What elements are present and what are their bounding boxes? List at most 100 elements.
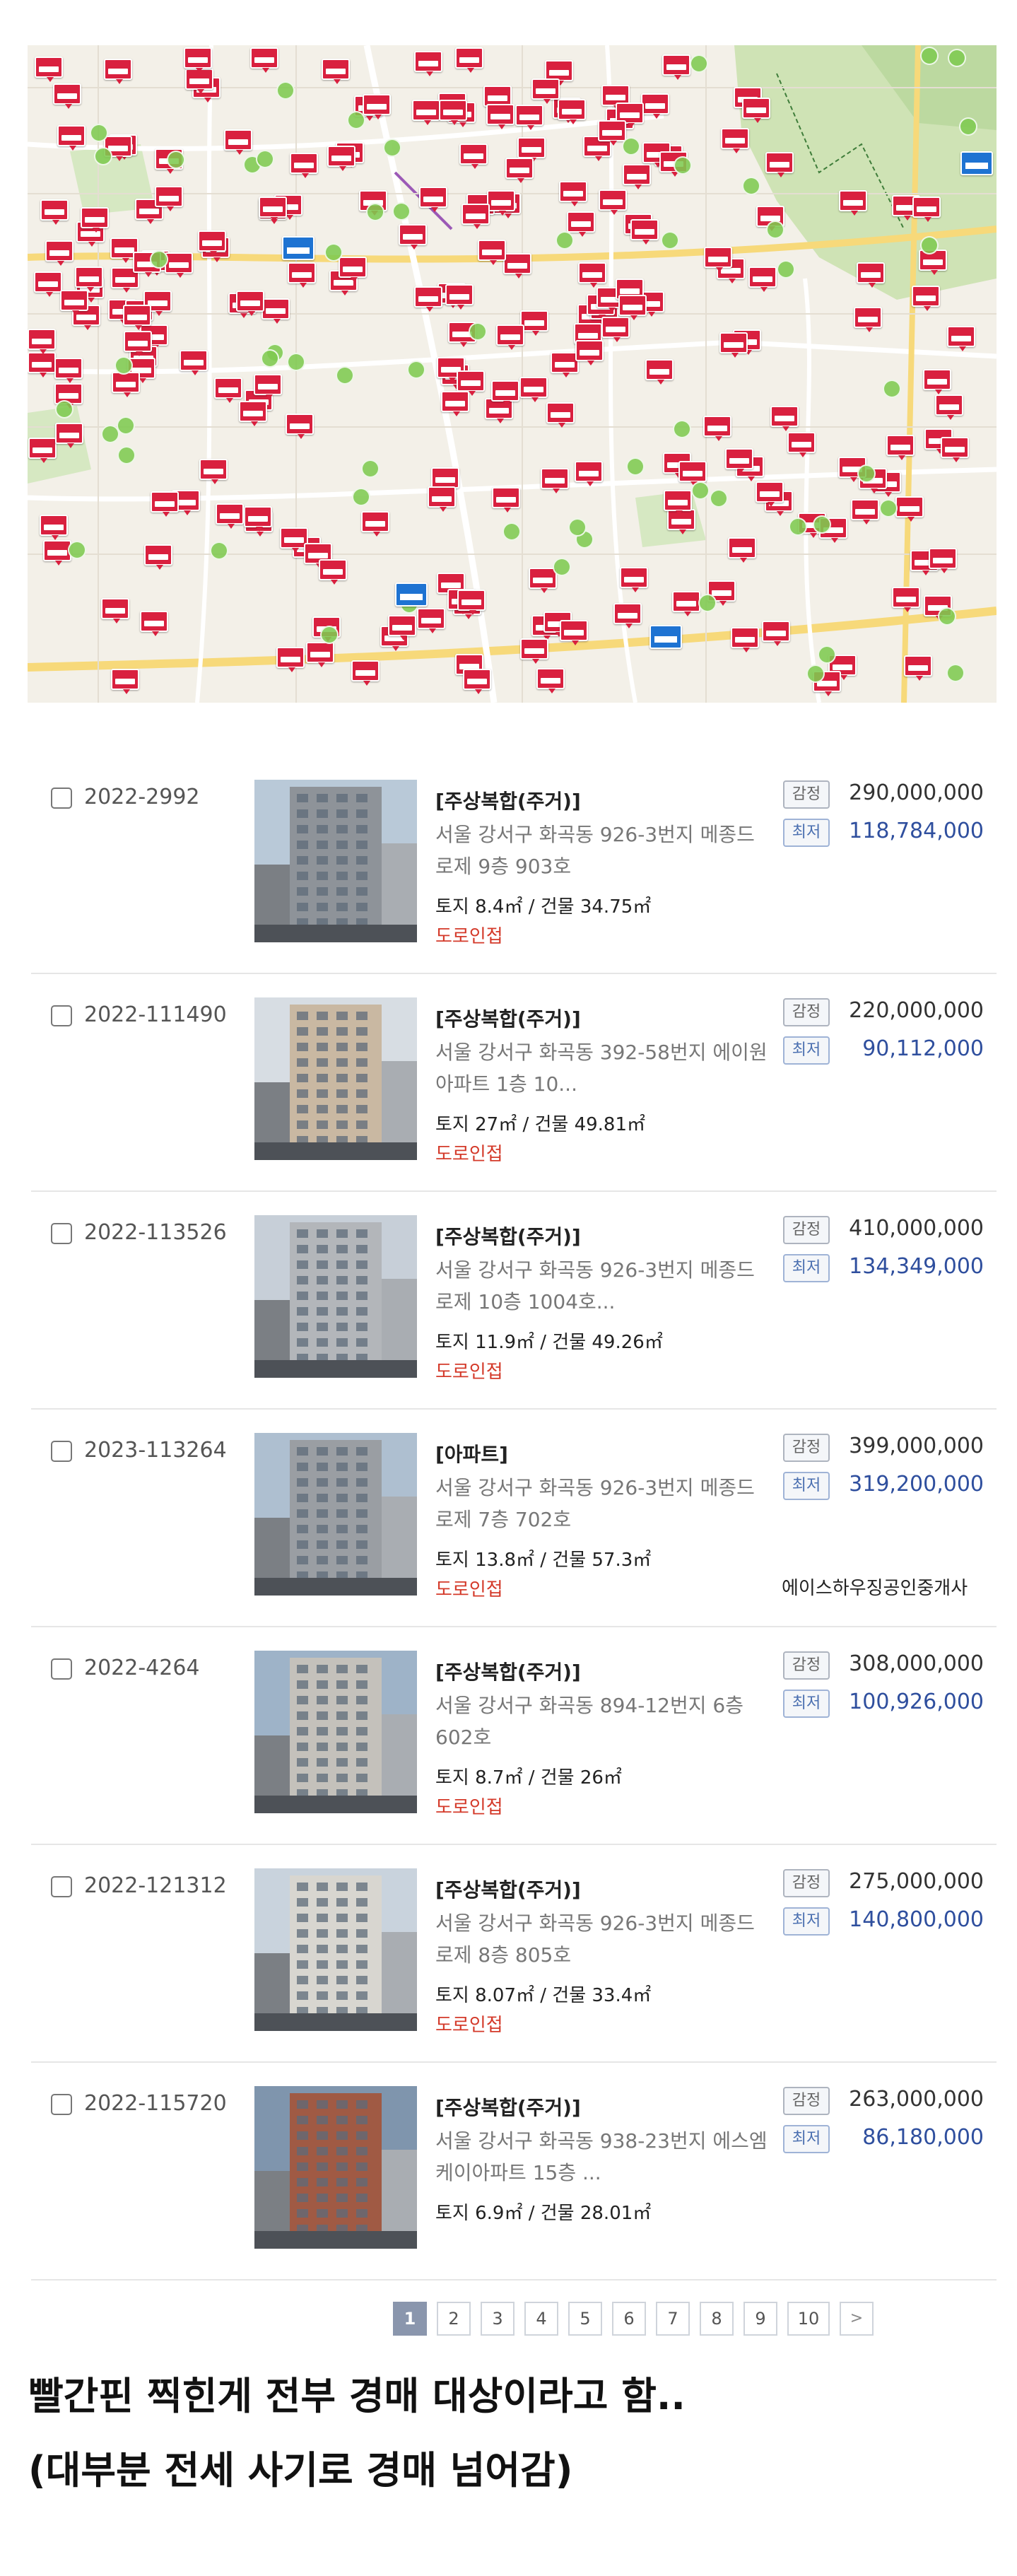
cluster-marker-icon[interactable]	[93, 146, 112, 165]
auction-pin-icon[interactable]	[28, 351, 57, 377]
auction-pin-icon[interactable]	[515, 104, 544, 130]
case-number[interactable]: 2022-115720	[84, 2091, 227, 2116]
auction-pin-icon[interactable]	[124, 330, 153, 356]
auction-pin-icon[interactable]	[495, 324, 524, 351]
auction-pin-icon[interactable]	[599, 189, 628, 215]
listing-row[interactable]: 2022-2992 [주상복합(주거)] 서울 강서구 화곡동 926-3번지 …	[31, 756, 997, 974]
auction-pin-icon[interactable]	[886, 435, 915, 461]
auction-pin-icon[interactable]	[620, 567, 649, 593]
auction-pin-icon[interactable]	[703, 246, 732, 272]
auction-pin-icon[interactable]	[640, 93, 669, 119]
auction-pin-icon[interactable]	[416, 607, 445, 633]
cluster-marker-icon[interactable]	[742, 176, 761, 195]
auction-pin-icon[interactable]	[597, 120, 626, 146]
auction-pin-icon[interactable]	[892, 586, 921, 612]
auction-pin-icon[interactable]	[630, 218, 659, 245]
cluster-marker-icon[interactable]	[260, 349, 279, 368]
auction-pin-icon[interactable]	[461, 203, 490, 229]
auction-pin-icon[interactable]	[285, 414, 314, 440]
auction-pin-icon[interactable]	[54, 358, 83, 384]
auction-pin-icon[interactable]	[727, 537, 756, 563]
auction-pin-icon[interactable]	[223, 129, 252, 156]
auction-pin-icon[interactable]	[457, 370, 486, 396]
select-checkbox[interactable]	[51, 788, 72, 809]
auction-pin-icon[interactable]	[613, 603, 642, 629]
cluster-marker-icon[interactable]	[817, 645, 836, 664]
auction-pin-icon[interactable]	[53, 83, 82, 109]
auction-pin-icon[interactable]	[321, 59, 350, 85]
auction-pin-icon[interactable]	[503, 253, 532, 279]
property-type[interactable]: [주상복합(주거)]	[435, 1004, 581, 1032]
property-photo[interactable]	[254, 1651, 417, 1813]
auction-pin-icon[interactable]	[550, 351, 579, 377]
auction-pin-icon[interactable]	[198, 230, 227, 257]
cluster-marker-icon[interactable]	[286, 352, 305, 371]
auction-pin-icon[interactable]	[935, 394, 963, 420]
auction-pin-icon[interactable]	[100, 598, 129, 624]
cluster-marker-icon[interactable]	[101, 424, 120, 443]
auction-pin-icon[interactable]	[912, 286, 941, 312]
select-checkbox[interactable]	[51, 1876, 72, 1897]
case-number[interactable]: 2023-113264	[84, 1438, 227, 1463]
auction-pin-icon[interactable]	[765, 152, 794, 178]
page-3-button[interactable]: 3	[481, 2302, 515, 2336]
auction-pin-icon[interactable]	[531, 78, 560, 104]
cluster-marker-icon[interactable]	[690, 54, 709, 73]
cluster-marker-icon[interactable]	[709, 489, 728, 508]
auction-pin-icon[interactable]	[558, 180, 587, 206]
auction-pin-icon[interactable]	[57, 125, 86, 151]
auction-pin-icon[interactable]	[520, 310, 549, 336]
property-address[interactable]: 서울 강서구 화곡동 926-3번지 메종드로제 9층 903호	[435, 819, 768, 882]
auction-pin-icon[interactable]	[459, 144, 488, 170]
next-page-icon[interactable]: >	[840, 2302, 874, 2336]
auction-pin-icon[interactable]	[770, 405, 799, 431]
auction-pin-icon[interactable]	[678, 460, 707, 486]
page-7-button[interactable]: 7	[656, 2302, 690, 2336]
property-address[interactable]: 서울 강서구 화곡동 938-23번지 에스엠케이아파트 15층 ...	[435, 2125, 768, 2189]
page-9-button[interactable]: 9	[743, 2302, 777, 2336]
auction-pin-icon[interactable]	[663, 490, 692, 516]
auction-pin-icon[interactable]	[720, 128, 749, 154]
auction-pin-icon[interactable]	[559, 620, 588, 646]
auction-pin-icon[interactable]	[39, 515, 68, 541]
auction-pin-icon[interactable]	[567, 211, 596, 238]
auction-pin-icon[interactable]	[929, 547, 958, 573]
auction-pin-icon[interactable]	[34, 271, 63, 298]
property-photo[interactable]	[254, 1215, 417, 1378]
property-type[interactable]: [주상복합(주거)]	[435, 786, 581, 814]
listing-row[interactable]: 2022-111490 [주상복합(주거)] 서울 강서구 화곡동 392-58…	[31, 974, 997, 1192]
auction-pin-icon[interactable]	[139, 611, 168, 637]
auction-pin-icon[interactable]	[261, 298, 290, 324]
auction-pin-icon[interactable]	[40, 199, 69, 226]
auction-pin-icon[interactable]	[103, 58, 132, 84]
auction-pin-icon[interactable]	[703, 415, 731, 441]
auction-pin-icon[interactable]	[165, 252, 194, 278]
property-address[interactable]: 서울 강서구 화곡동 926-3번지 메종드로제 8층 805호	[435, 1907, 768, 1971]
auction-pin-icon[interactable]	[755, 481, 784, 507]
auction-pin-icon[interactable]	[662, 54, 691, 80]
listing-row[interactable]: 2022-115720 [주상복합(주거)] 서울 강서구 화곡동 938-23…	[31, 2063, 997, 2281]
auction-pin-icon[interactable]	[183, 47, 212, 73]
auction-pin-icon[interactable]	[75, 267, 104, 293]
auction-pin-icon[interactable]	[455, 47, 484, 74]
auction-pin-icon[interactable]	[517, 136, 546, 163]
case-number[interactable]: 2022-4264	[84, 1656, 200, 1680]
cluster-marker-icon[interactable]	[55, 399, 74, 418]
select-checkbox[interactable]	[51, 1658, 72, 1680]
auction-pin-icon[interactable]	[360, 510, 389, 537]
cluster-marker-icon[interactable]	[690, 481, 710, 500]
auction-pin-icon[interactable]	[912, 196, 941, 222]
auction-pin-icon[interactable]	[575, 340, 604, 366]
cluster-marker-icon[interactable]	[117, 416, 136, 435]
auction-pin-icon[interactable]	[387, 615, 416, 641]
auction-pin-icon[interactable]	[35, 57, 64, 83]
auction-pin-icon[interactable]	[463, 668, 492, 694]
case-number[interactable]: 2022-2992	[84, 785, 200, 809]
auction-pin-icon[interactable]	[413, 286, 442, 312]
auction-pin-icon[interactable]	[856, 262, 885, 288]
cluster-marker-icon[interactable]	[406, 361, 425, 380]
select-checkbox[interactable]	[51, 1441, 72, 1462]
auction-pin-icon[interactable]	[60, 290, 89, 316]
auction-pin-icon[interactable]	[122, 305, 151, 331]
auction-pin-icon[interactable]	[28, 328, 57, 354]
